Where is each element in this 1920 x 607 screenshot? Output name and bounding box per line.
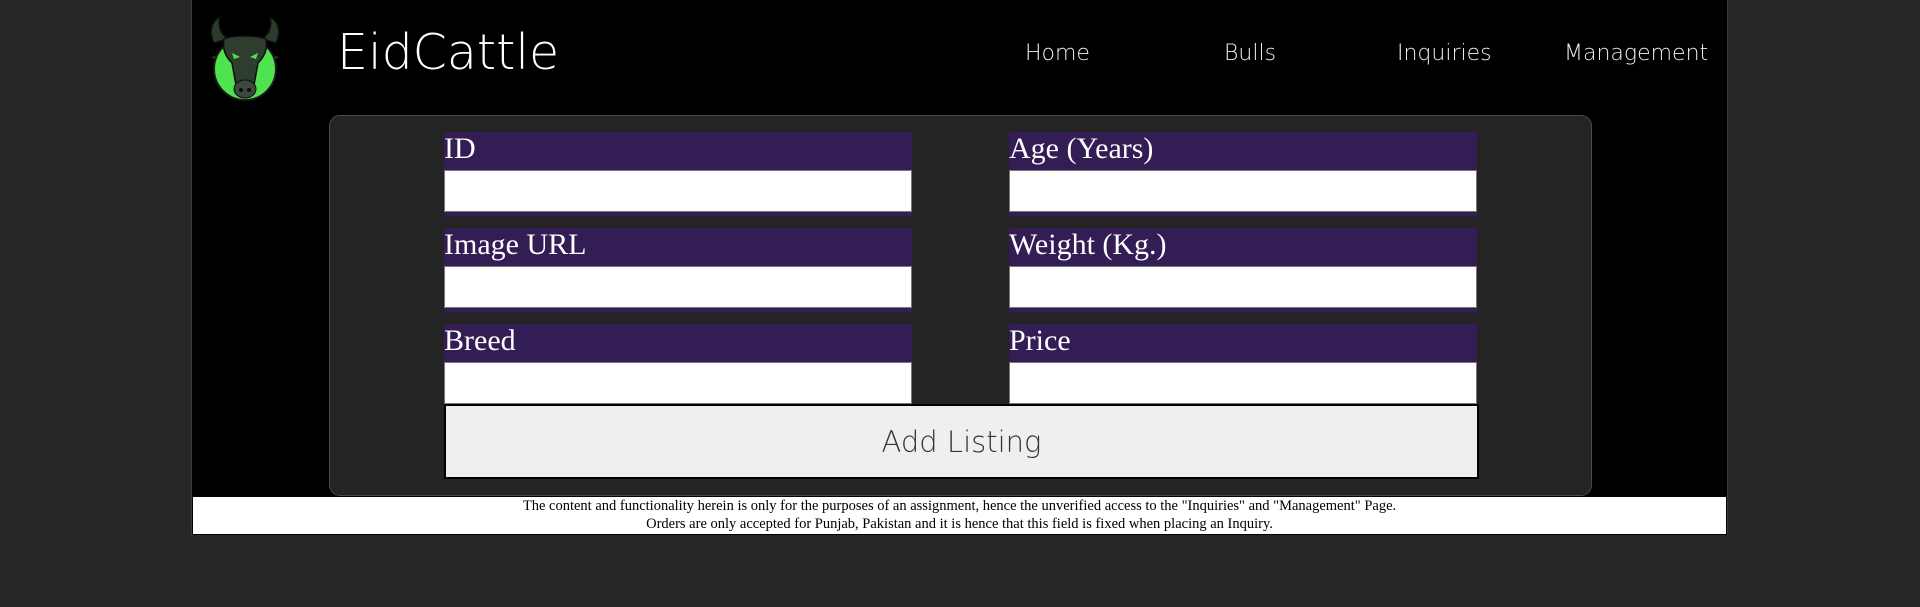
- field-age: Age (Years): [1009, 132, 1477, 216]
- footer-disclaimer: The content and functionality herein is …: [193, 497, 1726, 534]
- age-input[interactable]: [1009, 170, 1477, 212]
- weight-input[interactable]: [1009, 266, 1477, 308]
- price-input[interactable]: [1009, 362, 1477, 404]
- field-weight: Weight (Kg.): [1009, 228, 1477, 312]
- field-label: Weight (Kg.): [1009, 228, 1167, 261]
- nav-bulls[interactable]: Bulls: [1224, 41, 1276, 66]
- image-url-input[interactable]: [444, 266, 912, 308]
- field-id: ID: [444, 132, 912, 216]
- brand-title[interactable]: EidCattle: [337, 24, 559, 81]
- field-price: Price: [1009, 324, 1477, 408]
- id-input[interactable]: [444, 170, 912, 212]
- field-label: ID: [444, 132, 476, 165]
- page-container: EidCattle Home Bulls Inquiries Managemen…: [191, 0, 1728, 535]
- breed-input[interactable]: [444, 362, 912, 404]
- field-breed: Breed: [444, 324, 912, 408]
- field-image-url: Image URL: [444, 228, 912, 312]
- field-label: Breed: [444, 324, 516, 357]
- field-label: Image URL: [444, 228, 587, 261]
- add-listing-button[interactable]: Add Listing: [444, 404, 1479, 479]
- footer-line-1: The content and functionality herein is …: [522, 498, 1397, 514]
- nav-home[interactable]: Home: [1025, 41, 1090, 66]
- field-label: Price: [1009, 324, 1071, 357]
- nav-management[interactable]: Management: [1564, 41, 1708, 66]
- field-label: Age (Years): [1009, 132, 1154, 165]
- nav-inquiries[interactable]: Inquiries: [1397, 41, 1492, 66]
- footer-line-2: Orders are only accepted for Punjab, Pak…: [646, 516, 1273, 532]
- bull-head-icon[interactable]: [206, 13, 284, 105]
